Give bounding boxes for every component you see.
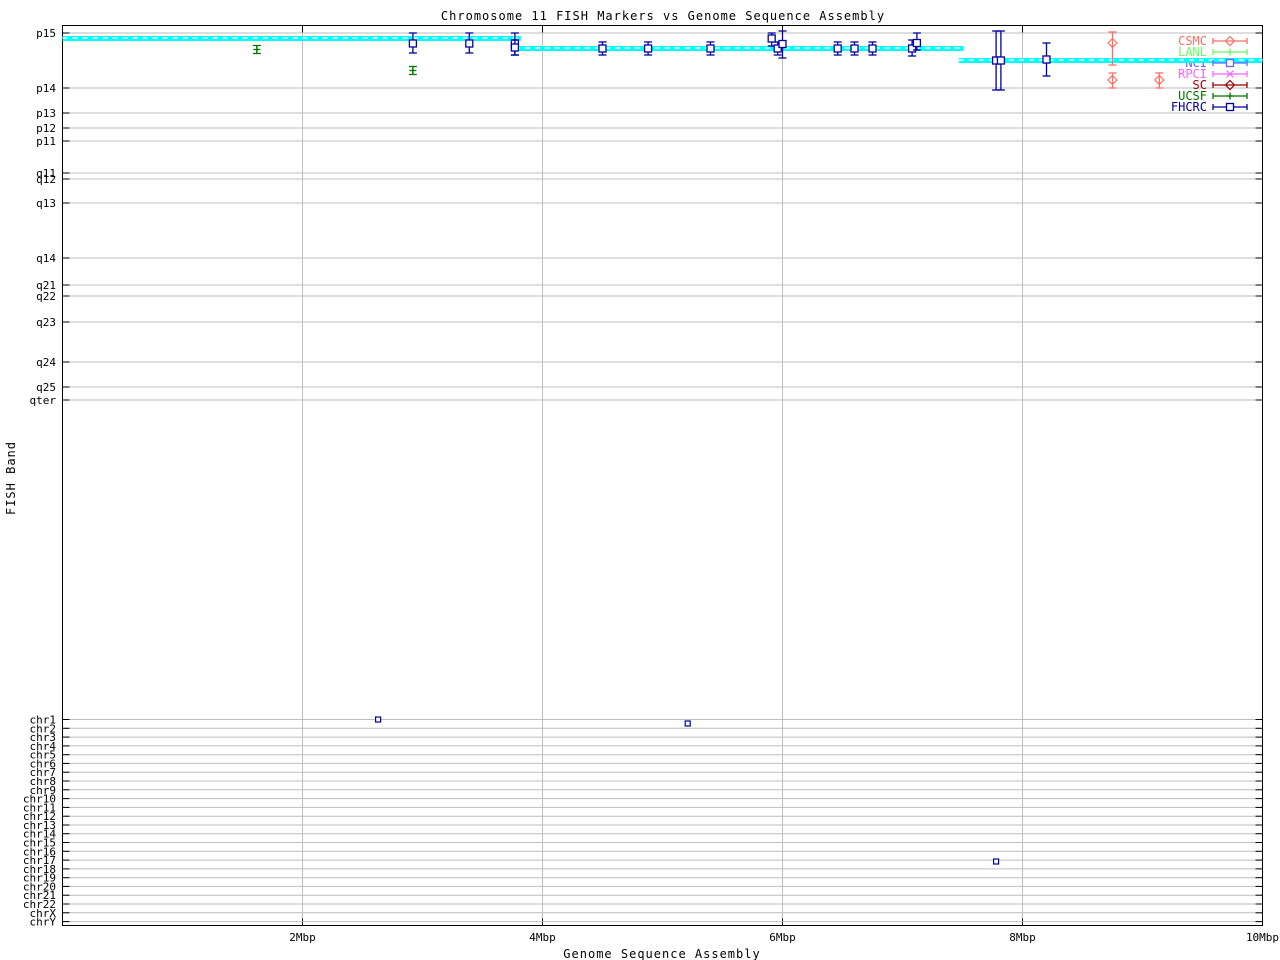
- marker-square: [834, 45, 841, 52]
- marker-square: [599, 45, 606, 52]
- marker-square: [511, 44, 518, 51]
- x-axis-title: Genome Sequence Assembly: [563, 947, 760, 960]
- marker-small-square: [376, 717, 381, 722]
- fish-marker-chart: Chromosome 11 FISH Markers vs Genome Seq…: [0, 0, 1280, 960]
- marker-square: [466, 40, 473, 47]
- marker-square: [851, 45, 858, 52]
- marker-square: [707, 45, 714, 52]
- marker-square: [869, 45, 876, 52]
- x-tick-label: 8Mbp: [1009, 931, 1036, 944]
- y-band-label: p12: [36, 122, 56, 135]
- marker-square: [913, 40, 920, 47]
- y-band-label: p13: [36, 107, 56, 120]
- y-axis-title: FISH Band: [4, 441, 18, 515]
- y-band-label: q14: [36, 252, 56, 265]
- chart-title: Chromosome 11 FISH Markers vs Genome Seq…: [441, 9, 885, 23]
- y-band-label: p14: [36, 82, 56, 95]
- y-band-label: chrY: [30, 916, 57, 929]
- y-band-label: p15: [36, 27, 56, 40]
- y-band-label: q13: [36, 197, 56, 210]
- marker-square: [997, 57, 1004, 64]
- marker-square: [768, 35, 775, 42]
- y-band-label: q24: [36, 356, 56, 369]
- marker-square: [779, 41, 786, 48]
- y-band-label: p11: [36, 135, 56, 148]
- marker-square: [645, 45, 652, 52]
- y-band-label: q12: [36, 173, 56, 186]
- marker-square: [1227, 60, 1234, 67]
- marker-square: [1043, 56, 1050, 63]
- marker-square: [409, 40, 416, 47]
- plot-border: [63, 26, 1263, 926]
- marker-small-square: [994, 859, 999, 864]
- x-tick-label: 10Mbp: [1246, 931, 1279, 944]
- y-band-label: q25: [36, 381, 56, 394]
- x-tick-label: 2Mbp: [289, 931, 316, 944]
- y-band-label: q22: [36, 290, 56, 303]
- y-band-label: qter: [30, 394, 57, 407]
- plot-canvas: 2Mbp4Mbp6Mbp8Mbp10Mbpp15p14p13p12p11q11q…: [0, 0, 1280, 960]
- marker-small-square: [685, 721, 690, 726]
- legend-label: FHCRC: [1171, 100, 1207, 114]
- coverage-band: [63, 36, 521, 41]
- y-band-label: q23: [36, 316, 56, 329]
- marker-square: [1227, 104, 1234, 111]
- x-tick-label: 6Mbp: [769, 931, 796, 944]
- x-tick-label: 4Mbp: [529, 931, 556, 944]
